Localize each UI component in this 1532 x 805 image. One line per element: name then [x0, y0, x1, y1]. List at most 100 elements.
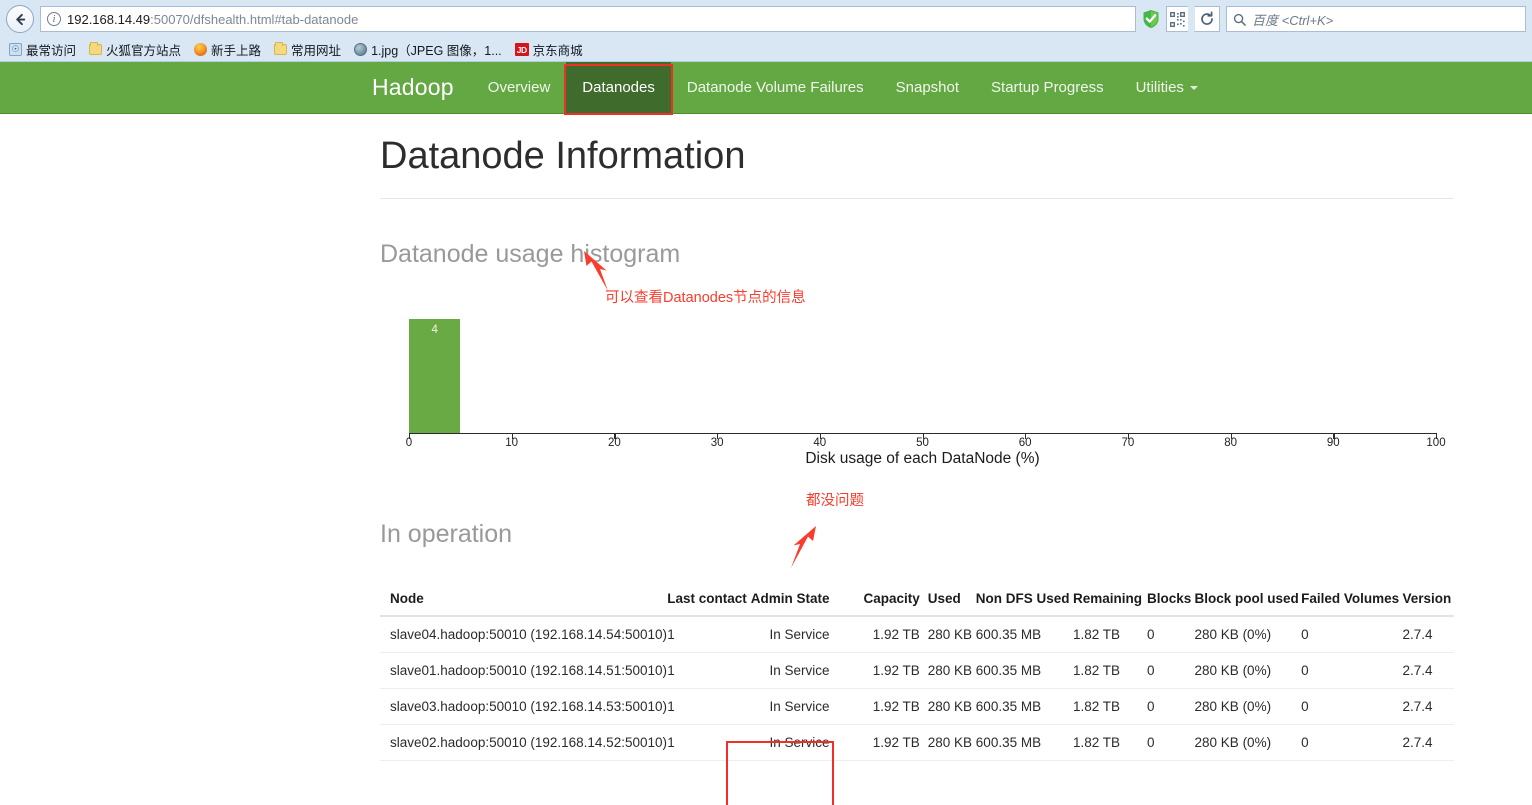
- hadoop-brand[interactable]: Hadoop: [372, 62, 472, 113]
- nav-item-snapshot[interactable]: Snapshot: [880, 62, 975, 113]
- cell-used: 280 KB: [928, 616, 976, 653]
- datanode-table: Node Last contact Admin State Capacity U…: [380, 583, 1454, 761]
- most-visited-icon: ☉: [9, 43, 22, 56]
- cell-node: slave03.hadoop:50010 (192.168.14.53:5001…: [380, 688, 667, 724]
- x-tick-label: 10: [505, 437, 518, 449]
- annotation-nav-note: 可以查看Datanodes节点的信息: [605, 286, 806, 307]
- column-header-failed-volumes[interactable]: Failed Volumes: [1301, 583, 1402, 616]
- site-info-icon[interactable]: i: [47, 12, 61, 26]
- cell-non-dfs-used: 600.35 MB: [976, 688, 1073, 724]
- cell-block-pool-used: 280 KB (0%): [1195, 616, 1302, 653]
- cell-remaining: 1.82 TB: [1073, 688, 1147, 724]
- column-header-blocks[interactable]: Blocks: [1147, 583, 1195, 616]
- qr-code-icon[interactable]: [1166, 6, 1188, 32]
- bookmark-getting-started[interactable]: 新手上路: [189, 39, 266, 60]
- column-header-block-pool-used[interactable]: Block pool used: [1195, 583, 1302, 616]
- bookmark-label: 最常访问: [26, 40, 76, 59]
- table-row[interactable]: slave03.hadoop:50010 (192.168.14.53:5001…: [380, 688, 1454, 724]
- x-tick-label: 100: [1426, 437, 1445, 449]
- bookmark-most-visited[interactable]: ☉ 最常访问: [4, 39, 81, 60]
- cell-capacity: 1.92 TB: [863, 652, 927, 688]
- search-icon: [1233, 13, 1246, 26]
- nav-item-label: Utilities: [1136, 79, 1184, 96]
- bookmark-jd[interactable]: JD 京东商城: [510, 39, 588, 60]
- histogram-plot-area: 4: [409, 307, 1435, 433]
- shield-check-icon[interactable]: [1142, 9, 1160, 29]
- column-header-admin-state[interactable]: Admin State: [751, 583, 864, 616]
- cell-node: slave04.hadoop:50010 (192.168.14.54:5001…: [380, 616, 667, 653]
- navbar-items: Hadoop Overview Datanodes Datanode Volum…: [372, 62, 1214, 113]
- cell-block-pool-used: 280 KB (0%): [1195, 724, 1302, 760]
- search-placeholder: 百度 <Ctrl+K>: [1252, 10, 1333, 29]
- cell-admin-state: In Service: [751, 652, 864, 688]
- column-header-remaining[interactable]: Remaining: [1073, 583, 1147, 616]
- cell-blocks: 0: [1147, 724, 1195, 760]
- bookmark-label: 1.jpg（JPEG 图像，1...: [371, 40, 502, 59]
- table-row[interactable]: slave02.hadoop:50010 (192.168.14.52:5001…: [380, 724, 1454, 760]
- nav-item-startup-progress[interactable]: Startup Progress: [975, 62, 1120, 113]
- back-button[interactable]: [6, 5, 34, 33]
- cell-block-pool-used: 280 KB (0%): [1195, 652, 1302, 688]
- bookmark-image-file[interactable]: 1.jpg（JPEG 图像，1...: [349, 39, 507, 60]
- cell-blocks: 0: [1147, 688, 1195, 724]
- table-row[interactable]: slave04.hadoop:50010 (192.168.14.54:5001…: [380, 616, 1454, 653]
- qr-glyph: [1170, 12, 1185, 27]
- nav-item-utilities[interactable]: Utilities: [1120, 62, 1214, 113]
- cell-version: 2.7.4: [1402, 616, 1454, 653]
- reload-icon: [1199, 11, 1215, 27]
- hadoop-navbar: Hadoop Overview Datanodes Datanode Volum…: [0, 62, 1532, 114]
- bookmark-firefox-official[interactable]: 火狐官方站点: [84, 39, 186, 60]
- column-header-non-dfs-used[interactable]: Non DFS Used: [976, 583, 1073, 616]
- histogram-bar-value-label: 4: [431, 324, 437, 336]
- cell-last-contact: 1: [667, 688, 750, 724]
- nav-item-datanodes[interactable]: Datanodes: [566, 62, 671, 113]
- cell-admin-state: In Service: [751, 616, 864, 653]
- column-header-node[interactable]: Node: [380, 583, 667, 616]
- bookmark-common-sites[interactable]: 常用网址: [269, 39, 346, 60]
- url-text: 192.168.14.49:50070/dfshealth.html#tab-d…: [67, 12, 358, 27]
- nav-item-label: Snapshot: [896, 79, 959, 96]
- search-bar[interactable]: 百度 <Ctrl+K>: [1226, 6, 1526, 32]
- cell-block-pool-used: 280 KB (0%): [1195, 688, 1302, 724]
- x-tick-label: 40: [813, 437, 826, 449]
- cell-blocks: 0: [1147, 652, 1195, 688]
- cell-remaining: 1.82 TB: [1073, 652, 1147, 688]
- x-tick-label: 30: [711, 437, 724, 449]
- column-header-last-contact[interactable]: Last contact: [667, 583, 750, 616]
- cell-capacity: 1.92 TB: [863, 616, 927, 653]
- column-header-version[interactable]: Version: [1402, 583, 1454, 616]
- cell-last-contact: 1: [667, 616, 750, 653]
- url-path: :50070/dfshealth.html#tab-datanode: [150, 12, 358, 27]
- cell-blocks: 0: [1147, 616, 1195, 653]
- nav-item-overview[interactable]: Overview: [472, 62, 567, 113]
- cell-used: 280 KB: [928, 688, 976, 724]
- cell-used: 280 KB: [928, 652, 976, 688]
- url-bar[interactable]: i 192.168.14.49:50070/dfshealth.html#tab…: [40, 6, 1136, 32]
- bookmark-label: 新手上路: [211, 40, 261, 59]
- table-row[interactable]: slave01.hadoop:50010 (192.168.14.51:5001…: [380, 652, 1454, 688]
- cell-failed-volumes: 0: [1301, 688, 1402, 724]
- content-container: Datanode Information Datanode usage hist…: [380, 136, 1454, 761]
- cell-node: slave01.hadoop:50010 (192.168.14.51:5001…: [380, 652, 667, 688]
- x-tick-label: 90: [1327, 437, 1340, 449]
- bookmark-label: 常用网址: [291, 40, 341, 59]
- folder-icon: [89, 44, 102, 55]
- cell-remaining: 1.82 TB: [1073, 616, 1147, 653]
- histogram-heading: Datanode usage histogram: [380, 239, 1454, 269]
- nav-item-datanode-volume-failures[interactable]: Datanode Volume Failures: [671, 62, 880, 113]
- page-title: Datanode Information: [380, 136, 1454, 198]
- reload-button[interactable]: [1194, 6, 1220, 32]
- cell-last-contact: 1: [667, 652, 750, 688]
- bookmark-label: 火狐官方站点: [106, 40, 181, 59]
- cell-admin-state: In Service: [751, 688, 864, 724]
- cell-version: 2.7.4: [1402, 652, 1454, 688]
- column-header-used[interactable]: Used: [928, 583, 976, 616]
- nav-item-label: Datanode Volume Failures: [687, 79, 864, 96]
- globe-icon: [354, 43, 367, 56]
- x-tick-label: 0: [406, 437, 412, 449]
- histogram-bar[interactable]: 4: [409, 319, 460, 433]
- in-operation-heading: In operation: [380, 519, 1454, 549]
- folder-icon: [274, 44, 287, 55]
- column-header-capacity[interactable]: Capacity: [863, 583, 927, 616]
- nav-item-label: Datanodes: [582, 79, 655, 96]
